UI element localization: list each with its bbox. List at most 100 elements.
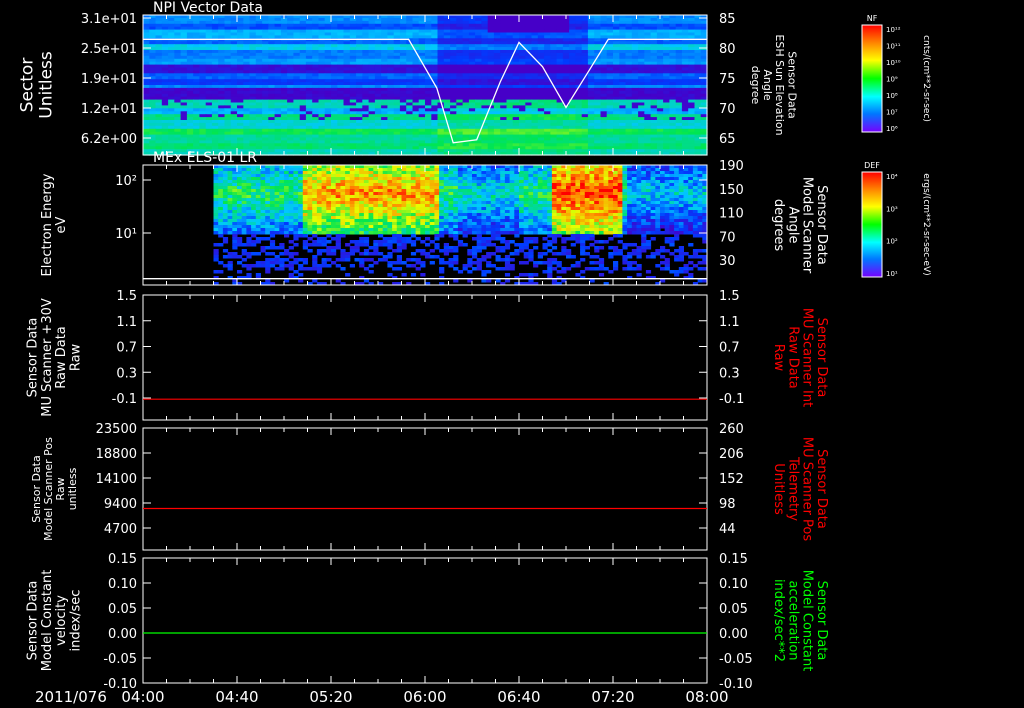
y2-axis-label: Sensor DataModel Constantaccelerationind…	[771, 570, 829, 672]
panel-frame	[142, 294, 708, 421]
colorbar-scale	[861, 24, 883, 133]
spectrogram-2	[213, 165, 708, 286]
x-tick-label: 06:40	[497, 688, 540, 706]
colorbar-tick-label: 10¹²	[886, 26, 901, 34]
panel-title: MEx ELS-01 LR	[153, 150, 257, 166]
panel-2: MEx ELS-01 LR 10² 10¹ 190 150 110 70 30 Electron…	[40, 150, 931, 286]
y2-axis-label-line: Raw	[771, 344, 786, 372]
y2-tick-label: 70	[719, 102, 736, 117]
y2-axis-label-line: Model Scanner	[800, 177, 815, 274]
y-axis-label-line: Raw Data	[54, 326, 69, 389]
y-axis-label: Sensor DataMU Scanner +30VRaw DataRaw	[26, 298, 84, 417]
colorbar-tick-label: 10⁶	[886, 125, 898, 133]
colorbar-label: NF	[867, 14, 878, 23]
y2-tick-label: 152	[719, 472, 744, 487]
panel-title: NPI Vector Data	[153, 0, 263, 16]
panel-4: 23500 18800 14100 9400 4700 260 206 152 98 44 Sens…	[30, 422, 829, 551]
y-tick-label: 0.3	[116, 366, 137, 381]
panel-3: 1.5 1.1 0.7 0.3 -0.1 1.5 1.1 0.7 0.3 -0.1 Sensor D…	[26, 289, 829, 421]
y2-tick-label: 65	[719, 132, 736, 147]
y-tick-label: 2.5e+01	[81, 42, 137, 57]
y-axis-label-line: Sensor Data	[26, 318, 41, 398]
y2-tick-label: 0.7	[719, 341, 740, 356]
y-axis-label: SectorUnitless	[18, 51, 57, 119]
y2-axis-label-line: Angle	[761, 69, 774, 101]
y2-tick-label: 206	[719, 447, 744, 462]
colorbar-2: DEF 10⁴ 10³ 10² 10¹ ergs/(cm**2-sr-sec-eV)	[861, 161, 931, 278]
colorbar-tick-label: 10¹¹	[886, 43, 901, 51]
y2-tick-label: 1.5	[719, 289, 740, 304]
y-tick-label: 14100	[96, 472, 137, 487]
y2-tick-label: -0.1	[719, 392, 744, 407]
y-tick-label: 0.7	[116, 341, 137, 356]
panel-1: NPI Vector Data 3.1e+01 2.5e+01 1.9e+01 1.2e…	[18, 0, 931, 156]
y2-axis-label-line: MU Scanner Int	[800, 308, 815, 407]
y2-tick-label: 98	[719, 497, 736, 512]
x-tick-label: 08:00	[685, 688, 728, 706]
colorbar-tick-label: 10³	[886, 205, 898, 213]
y2-tick-label: 260	[719, 422, 744, 437]
y-axis-label: Sensor DataModel Constantvelocityindex/s…	[26, 570, 84, 672]
x-tick-label: 05:20	[309, 688, 352, 706]
y2-axis-label: Sensor DataModel ScannerAngledegrees	[771, 177, 829, 274]
y-axis-label-line: Model Constant	[40, 570, 55, 672]
y-axis-label-line: Model Scanner Pos	[42, 437, 55, 541]
y2-tick-label: 190	[719, 159, 744, 174]
y-axis-label-line: Sensor Data	[30, 455, 43, 522]
colorbar-tick-label: 10¹	[886, 270, 898, 278]
y2-tick-label: 0.05	[719, 602, 748, 617]
y-axis-label-line: Raw	[68, 343, 83, 371]
y-axis-label-line: velocity	[54, 595, 69, 646]
y-axis-label-line: eV	[54, 216, 69, 233]
y-tick-label: 23500	[96, 422, 137, 437]
y2-axis-label-line: Angle	[785, 207, 800, 244]
y2-tick-label: 0.10	[719, 577, 748, 592]
x-axis-tick-labels: 04:00 04:40 05:20 06:00 06:40 07:20 08:00	[121, 688, 728, 706]
y2-tick-label: 0.15	[719, 552, 748, 567]
y2-tick-label: 30	[719, 254, 736, 269]
x-tick-label: 07:20	[591, 688, 634, 706]
y2-tick-label: 70	[719, 230, 736, 245]
colorbar-tick-label: 10⁹	[886, 76, 898, 84]
y2-axis-label-line: Sensor Data	[814, 318, 829, 398]
colorbar-scale	[861, 171, 883, 278]
y2-axis-label-line: MU Scanner Pos	[800, 437, 815, 542]
x-tick-label: 06:00	[403, 688, 446, 706]
colorbar-1: NF 10¹² 10¹¹ 10¹⁰ 10⁹ 10⁸ 10⁷ 10⁶ cnts/(cm**2-sr…	[861, 14, 931, 133]
x-tick-label: 04:00	[121, 688, 164, 706]
y2-tick-label: 150	[719, 183, 744, 198]
y-tick-label: 10¹	[115, 227, 137, 242]
y2-axis-label-line: Sensor Data	[814, 581, 829, 661]
panel-5: 0.150.100.050.00-0.05-0.100.150.100.050.…	[26, 552, 829, 692]
y2-axis-label-line: Model Constant	[800, 570, 815, 672]
y2-tick-label: 44	[719, 522, 736, 537]
y-tick-label: 1.5	[116, 289, 137, 304]
y2-tick-label: 0.3	[719, 366, 740, 381]
y-tick-label: 18800	[96, 447, 137, 462]
y2-tick-label: 85	[719, 12, 736, 27]
y-tick-label: 10²	[115, 174, 137, 189]
y-axis-label: Sensor DataModel Scanner PosRawunitless	[30, 437, 79, 541]
spectrogram-1	[143, 15, 708, 156]
y-tick-label: 6.2e+00	[81, 132, 137, 147]
y-axis-label-line: Sector	[18, 58, 38, 113]
y-axis-label-line: Electron Energy	[40, 173, 55, 276]
y-tick-label: 0.10	[108, 577, 137, 592]
colorbar-tick-label: 10⁴	[886, 173, 898, 181]
y-tick-label: 1.9e+01	[81, 72, 137, 87]
y2-axis-label-line: Telemetry	[785, 456, 800, 521]
y2-axis-label: Sensor DataESH Sun ElevationAngledegree	[749, 34, 798, 135]
y2-axis-label-line: degrees	[771, 199, 786, 252]
y2-tick-label: 75	[719, 72, 736, 87]
y2-axis-label-line: Unitless	[771, 463, 786, 515]
y2-axis-label-line: Sensor Data	[814, 449, 829, 529]
y2-axis-label-line: acceleration	[785, 580, 800, 660]
y2-axis-label-line: Sensor Data	[785, 51, 798, 118]
y-tick-label: 4700	[104, 522, 137, 537]
y-tick-label: 0.15	[108, 552, 137, 567]
colorbar-tick-label: 10¹⁰	[886, 59, 901, 67]
y2-tick-label: 80	[719, 42, 736, 57]
y-tick-label: 1.2e+01	[81, 102, 137, 117]
y2-axis-label-line: degree	[749, 66, 762, 105]
colorbar-unit: ergs/(cm**2-sr-sec-eV)	[921, 173, 931, 275]
